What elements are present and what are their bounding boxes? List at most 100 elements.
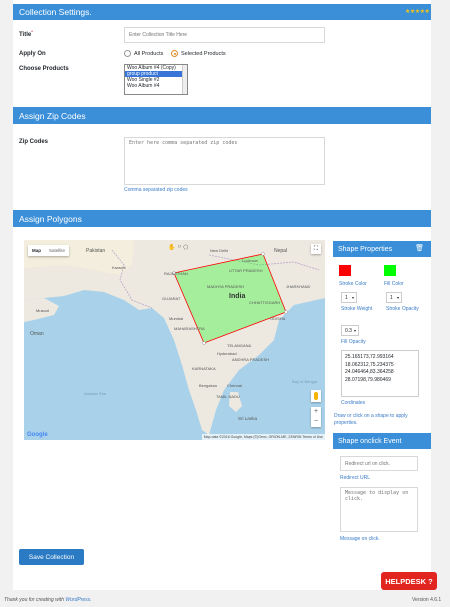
map-label: MADHYA PRADESH <box>207 284 244 289</box>
map-label: Mumbai <box>169 316 183 321</box>
shape-properties-header: Shape Properties 🗑 <box>333 241 431 257</box>
shape-properties-hint: Draw or click on a shape to apply proper… <box>334 413 408 426</box>
radio-selected-products[interactable]: Selected Products <box>171 50 226 57</box>
message-textarea[interactable] <box>340 487 418 532</box>
polygon-vertex[interactable] <box>202 341 206 345</box>
title-label: Title* <box>19 29 33 38</box>
apply-on-label: Apply On <box>19 51 46 57</box>
circle-icon[interactable]: ○ <box>177 244 181 251</box>
polygons-section-header: Assign Polygons <box>13 210 431 227</box>
onclick-event-header: Shape onclick Event <box>333 433 431 449</box>
zip-codes-textarea[interactable] <box>124 137 325 185</box>
page-title: Collection Settings. <box>19 7 92 17</box>
map-label: Arabian Sea <box>84 391 107 396</box>
redirect-url-label: Redirect URL <box>340 475 371 481</box>
map-canvas[interactable]: India MADHYA PRADESH GUJARAT MAHARASHTRA… <box>24 240 325 440</box>
map-type-control: Map Satellite <box>28 245 70 256</box>
map-label: Sri Lanka <box>238 416 258 421</box>
hand-icon[interactable]: ✋ <box>168 244 175 251</box>
map-label: Bay of Bengal <box>292 379 317 384</box>
chevron-down-icon: ▾ <box>353 328 356 333</box>
map-svg: India MADHYA PRADESH GUJARAT MAHARASHTRA… <box>24 240 325 435</box>
coordinates-label: Cordinates <box>341 400 366 406</box>
fill-opacity-select[interactable]: 0.3 ▾ <box>341 325 359 336</box>
coordinate-line: 28.07198,79.980469 <box>345 376 391 383</box>
fill-opacity-label: Fill Opacity <box>341 339 366 345</box>
stroke-color-label: Stroke Color <box>339 281 367 287</box>
choose-products-label: Choose Products <box>19 66 69 72</box>
polygon-vertex[interactable] <box>284 310 288 314</box>
helpdesk-button[interactable]: HELPDESK ? <box>381 572 437 590</box>
listbox-scrollbar[interactable] <box>182 65 187 94</box>
onclick-event-title: Shape onclick Event <box>338 437 402 445</box>
zoom-control: + − <box>311 407 321 427</box>
wordpress-link[interactable]: WordPress <box>65 597 90 603</box>
coordinates-textarea[interactable]: 25.165173,72.993164 18.062312,75.234375 … <box>341 350 419 397</box>
drawing-toolbar: ✋ ○ ⬠ <box>168 244 188 251</box>
map-label: MAHARASHTRA <box>174 326 205 331</box>
products-listbox[interactable]: Woo Album #4 (Copy) group product Woo Si… <box>124 64 188 95</box>
pegman-icon[interactable] <box>311 390 321 402</box>
map-label: ODISHA <box>270 316 286 321</box>
map-tab-satellite[interactable]: Satellite <box>45 245 69 256</box>
map-label: CHHATTISGARH <box>249 300 280 305</box>
map-label: JHARKHAND <box>286 284 311 289</box>
list-item[interactable]: Woo Album #4 <box>125 83 187 89</box>
stroke-color-swatch[interactable] <box>339 265 351 276</box>
redirect-url-input[interactable] <box>340 456 418 471</box>
zip-section-header: Assign Zip Codes <box>13 107 431 124</box>
map-label: Oman <box>30 331 44 337</box>
collection-settings-header: Collection Settings. <box>13 4 431 20</box>
map-label: Lucknow <box>242 258 258 263</box>
coordinate-line: 25.165173,72.993164 <box>345 354 394 360</box>
map-tab-map[interactable]: Map <box>28 245 45 256</box>
radio-circle <box>124 50 131 57</box>
trash-icon[interactable]: 🗑 <box>415 244 424 252</box>
map-label: GUJARAT <box>162 296 181 301</box>
map-label: Nepal <box>274 248 287 254</box>
stroke-opacity-select[interactable]: 1 ▾ <box>386 292 402 303</box>
stroke-weight-select[interactable]: 1 ▾ <box>341 292 357 303</box>
rating-stars: ★★★★★ <box>405 9 430 15</box>
map-label: ANDHRA PRADESH <box>232 357 269 362</box>
map-label: Chennai <box>227 383 242 388</box>
footer-thanks: Thank you for creating with WordPress. <box>4 597 92 603</box>
version-text: Version 4.6.1 <box>412 597 442 603</box>
zip-codes-label: Zip Codes <box>19 139 49 145</box>
map-label: Bengaluru <box>199 383 217 388</box>
map-label: TAMIL NADU <box>216 394 240 399</box>
stroke-opacity-label: Stroke Opacity <box>386 306 419 312</box>
zip-codes-hint: Comma separated zip codes <box>124 187 188 193</box>
stroke-weight-label: Stroke Weight <box>341 306 373 312</box>
google-logo: Google <box>27 432 48 438</box>
save-collection-button[interactable]: Save Collection <box>19 549 84 565</box>
map-label-india: India <box>229 293 245 300</box>
map-label: UTTAR PRADESH <box>229 268 263 273</box>
map-label: Pakistan <box>86 248 105 254</box>
coordinate-line: 18.062312,75.234375 <box>345 361 394 368</box>
chevron-down-icon: ▾ <box>396 295 399 300</box>
zoom-in-icon[interactable]: + <box>311 407 321 417</box>
zoom-out-icon[interactable]: − <box>311 417 321 427</box>
radio-circle-selected <box>171 50 178 57</box>
map-label: RAJASTHAN <box>164 271 188 276</box>
chevron-down-icon: ▾ <box>351 295 354 300</box>
coordinate-line: 24.046464,83.364258 <box>345 369 394 375</box>
map-label: TELANGANA <box>227 343 252 348</box>
fullscreen-icon[interactable]: ⛶ <box>311 244 321 254</box>
polygons-section-title: Assign Polygons <box>19 213 82 224</box>
land-north <box>24 240 325 435</box>
zip-section-title: Assign Zip Codes <box>19 110 86 121</box>
title-input[interactable] <box>124 27 325 43</box>
map-label: New Delhi <box>210 248 228 253</box>
map-label: Muscat <box>36 308 50 313</box>
map-attribution[interactable]: Map data ©2016 Google, Maps (©)Genc, ORI… <box>201 434 325 440</box>
message-label: Message on click. <box>340 536 380 542</box>
radio-all-products[interactable]: All Products <box>124 50 163 57</box>
polygon-vertex[interactable] <box>261 252 265 256</box>
map-label: KARNATAKA <box>192 366 216 371</box>
fill-color-label: Fill Color <box>384 281 404 287</box>
map-label: Hyderabad <box>217 351 237 356</box>
polygon-icon[interactable]: ⬠ <box>183 244 188 251</box>
fill-color-swatch[interactable] <box>384 265 396 276</box>
